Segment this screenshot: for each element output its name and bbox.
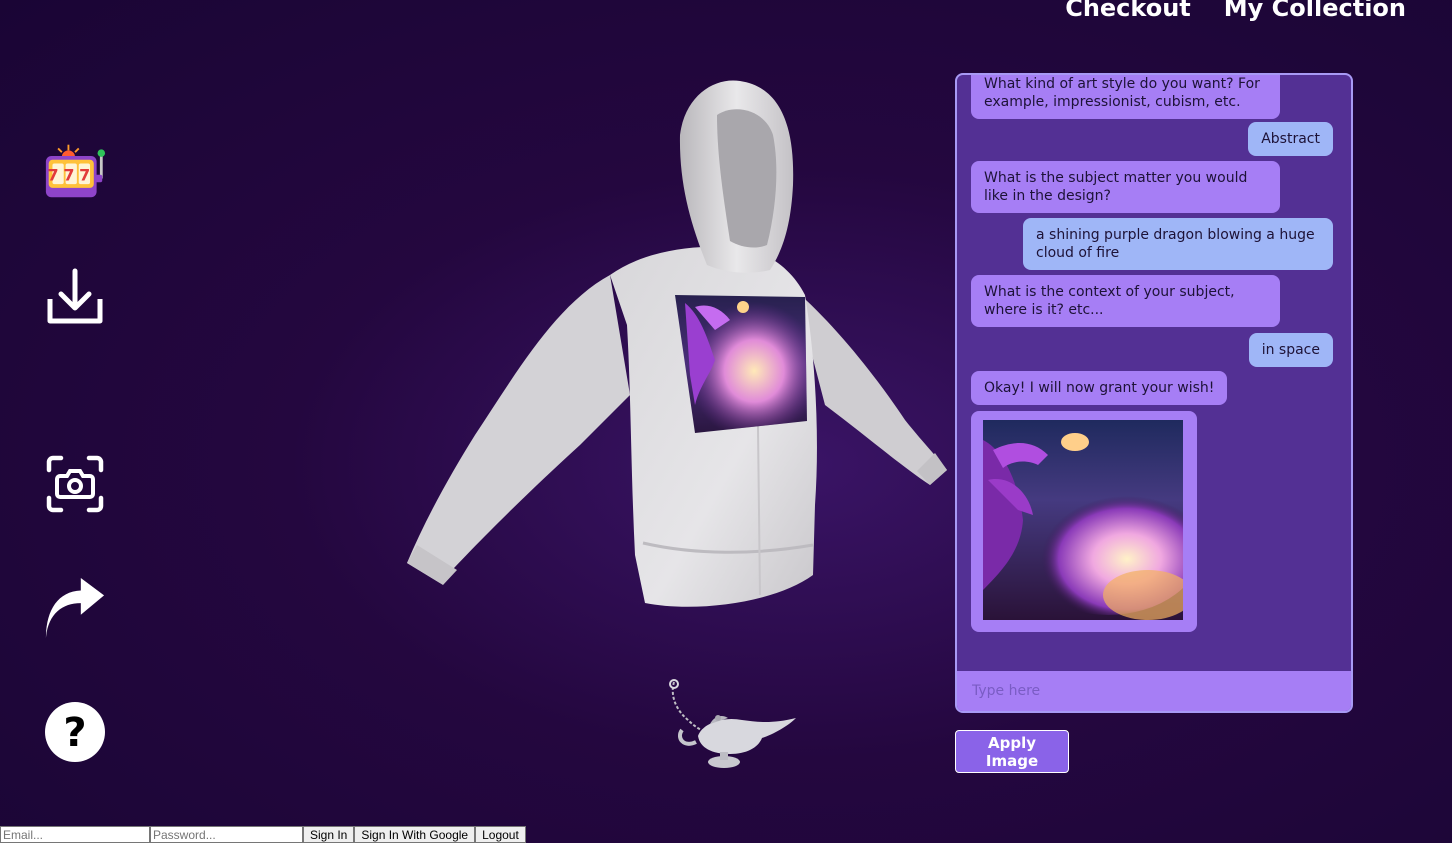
hoodie-model xyxy=(407,80,947,607)
chat-message-bot: Okay! I will now grant your wish! xyxy=(971,371,1228,405)
camera-capture-icon xyxy=(46,455,104,513)
chat-message-user: Abstract xyxy=(1248,122,1333,156)
password-field[interactable] xyxy=(150,826,303,843)
chat-message-bot: What is the subject matter you would lik… xyxy=(971,161,1280,213)
chat-message-user: in space xyxy=(1248,333,1333,367)
top-nav: Checkout My Collection xyxy=(1065,0,1406,22)
share-button[interactable] xyxy=(44,576,106,638)
chat-message-bot: What is the context of your subject, whe… xyxy=(971,275,1280,327)
chat-message-image xyxy=(971,411,1197,632)
auth-bar: Sign In Sign In With Google Logout xyxy=(0,826,526,843)
sign-in-google-button[interactable]: Sign In With Google xyxy=(354,826,476,843)
logout-button[interactable]: Logout xyxy=(475,826,526,843)
download-button[interactable] xyxy=(44,266,106,328)
chat-message-bot: What kind of art style do you want? For … xyxy=(971,75,1280,119)
download-icon xyxy=(47,268,103,324)
share-icon xyxy=(45,577,105,638)
help-icon: ? xyxy=(45,702,105,762)
checkout-link[interactable]: Checkout xyxy=(1065,0,1191,22)
email-field[interactable] xyxy=(0,826,150,843)
slot-digits: 777 xyxy=(48,165,95,184)
sign-in-button[interactable]: Sign In xyxy=(303,826,355,843)
my-collection-link[interactable]: My Collection xyxy=(1224,0,1406,22)
slot-machine-icon: 777 xyxy=(45,144,106,198)
camera-capture-button[interactable] xyxy=(44,453,106,515)
magic-lamp-button[interactable] xyxy=(662,678,802,773)
hoodie-print-image xyxy=(675,295,807,433)
chat-panel: What kind of art style do you want? For … xyxy=(955,73,1353,713)
generated-dragon-image[interactable] xyxy=(983,420,1183,620)
slot-machine-button[interactable]: 777 xyxy=(44,140,106,202)
chat-input[interactable] xyxy=(957,671,1351,711)
chat-log[interactable]: What kind of art style do you want? For … xyxy=(957,75,1351,671)
apply-image-button[interactable]: Apply Image xyxy=(955,730,1069,773)
help-glyph: ? xyxy=(63,710,86,756)
magic-lamp-icon xyxy=(669,679,796,768)
help-button[interactable]: ? xyxy=(44,701,106,763)
chat-message-user: a shining purple dragon blowing a huge c… xyxy=(1023,218,1333,270)
hoodie-3d-viewer[interactable] xyxy=(395,75,950,620)
